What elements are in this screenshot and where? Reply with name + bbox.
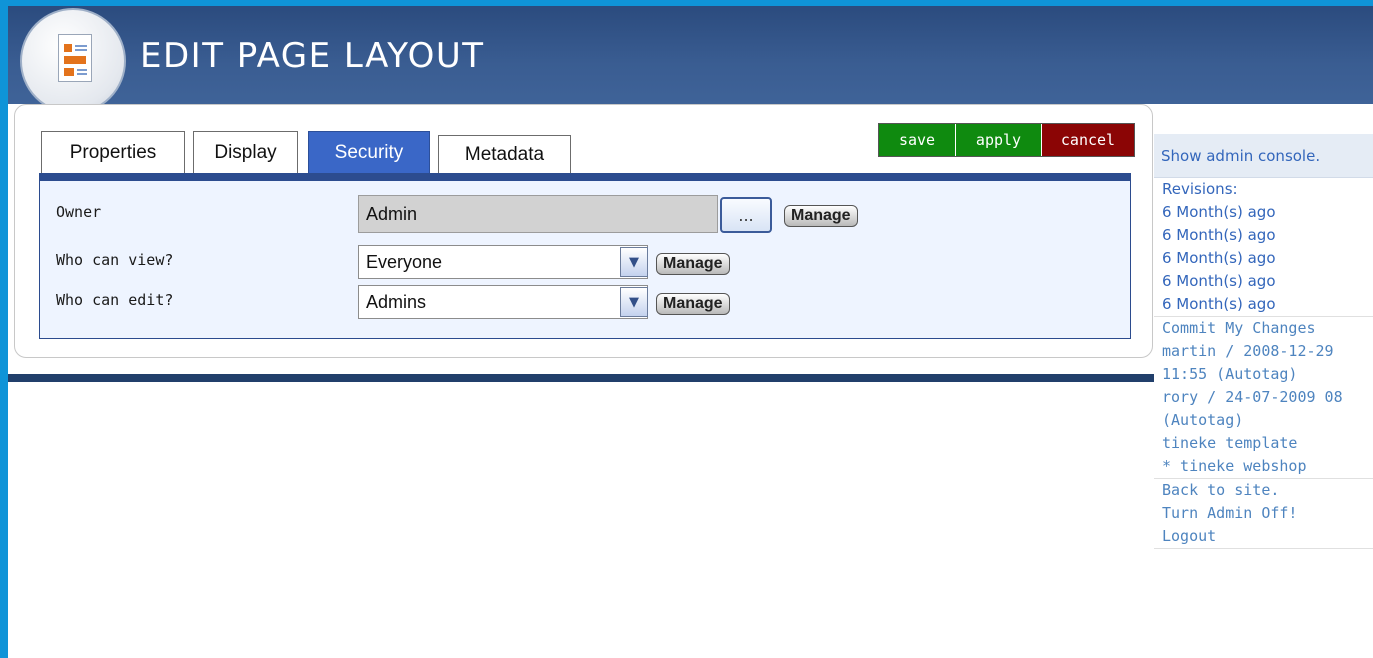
commit-entry[interactable]: 11:55 (Autotag) bbox=[1162, 363, 1373, 386]
revision-link[interactable]: 6 Month(s) ago bbox=[1162, 247, 1373, 270]
turn-admin-off-link[interactable]: Turn Admin Off! bbox=[1162, 502, 1373, 525]
tab-security[interactable]: Security bbox=[308, 131, 430, 173]
commit-my-changes-link[interactable]: Commit My Changes bbox=[1162, 317, 1373, 340]
commit-entry[interactable]: (Autotag) bbox=[1162, 409, 1373, 432]
revision-link[interactable]: 6 Month(s) ago bbox=[1162, 293, 1373, 316]
who-can-view-label: Who can view? bbox=[56, 251, 174, 269]
action-button-group: save apply cancel bbox=[878, 123, 1135, 157]
chevron-down-icon[interactable]: ▼ bbox=[620, 287, 648, 317]
manage-edit-button[interactable]: Manage bbox=[656, 293, 730, 315]
manage-owner-button[interactable]: Manage bbox=[784, 205, 858, 227]
commit-entry[interactable]: martin / 2008-12-29 bbox=[1162, 340, 1373, 363]
owner-browse-button[interactable]: ... bbox=[720, 197, 772, 233]
revision-link[interactable]: 6 Month(s) ago bbox=[1162, 270, 1373, 293]
who-can-view-select[interactable]: Everyone bbox=[358, 245, 648, 279]
commit-entry[interactable]: * tineke webshop bbox=[1162, 455, 1373, 478]
revision-link[interactable]: 6 Month(s) ago bbox=[1162, 224, 1373, 247]
edit-panel: Properties Display Security Metadata sav… bbox=[14, 104, 1153, 358]
page-layout-icon bbox=[20, 8, 126, 114]
logout-link[interactable]: Logout bbox=[1162, 525, 1373, 548]
commits-block: Commit My Changes martin / 2008-12-29 11… bbox=[1154, 317, 1373, 479]
owner-label: Owner bbox=[56, 203, 102, 221]
revisions-title: Revisions: bbox=[1162, 180, 1238, 198]
show-admin-console-link[interactable]: Show admin console. bbox=[1154, 134, 1373, 178]
commit-entry[interactable]: tineke template bbox=[1162, 432, 1373, 455]
revisions-block: Revisions: 6 Month(s) ago 6 Month(s) ago… bbox=[1154, 178, 1373, 317]
commit-entry[interactable]: rory / 24-07-2009 08 bbox=[1162, 386, 1373, 409]
page-title: EDIT PAGE LAYOUT bbox=[140, 36, 485, 76]
back-to-site-link[interactable]: Back to site. bbox=[1162, 479, 1373, 502]
manage-view-button[interactable]: Manage bbox=[656, 253, 730, 275]
who-can-edit-label: Who can edit? bbox=[56, 291, 174, 309]
header-band: EDIT PAGE LAYOUT bbox=[8, 6, 1373, 114]
chevron-down-icon[interactable]: ▼ bbox=[620, 247, 648, 277]
revision-link[interactable]: 6 Month(s) ago bbox=[1162, 201, 1373, 224]
app-frame: EDIT PAGE LAYOUT Properties Display Secu… bbox=[8, 6, 1373, 658]
document-icon bbox=[58, 34, 92, 82]
security-form: Owner Admin ... Manage Who can view? Eve… bbox=[39, 173, 1131, 339]
admin-sidebar: Show admin console. Revisions: 6 Month(s… bbox=[1154, 134, 1373, 658]
who-can-edit-select[interactable]: Admins bbox=[358, 285, 648, 319]
owner-field[interactable]: Admin bbox=[358, 195, 718, 233]
cancel-button[interactable]: cancel bbox=[1042, 124, 1134, 156]
tab-metadata[interactable]: Metadata bbox=[438, 135, 571, 173]
apply-button[interactable]: apply bbox=[956, 124, 1042, 156]
tab-properties[interactable]: Properties bbox=[41, 131, 185, 173]
tab-display[interactable]: Display bbox=[193, 131, 298, 173]
save-button[interactable]: save bbox=[879, 124, 956, 156]
admin-links-block: Back to site. Turn Admin Off! Logout bbox=[1154, 479, 1373, 549]
page-divider bbox=[8, 374, 1154, 382]
